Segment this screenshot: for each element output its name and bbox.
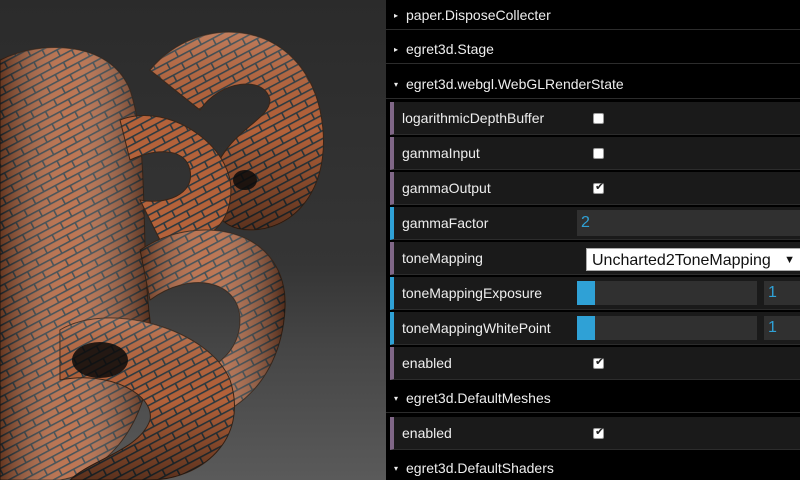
- expand-arrow-icon: ▸: [394, 45, 399, 54]
- collapse-arrow-icon: ▾: [394, 394, 399, 403]
- row-tone-mapping-exposure: toneMappingExposure 1: [390, 277, 800, 310]
- property-label: enabled: [402, 355, 452, 371]
- row-gamma-input: gammaInput ✔: [390, 137, 800, 170]
- folder-default-meshes[interactable]: ▾ egret3d.DefaultMeshes: [386, 383, 800, 413]
- tone-mapping-select[interactable]: Uncharted2ToneMapping ▼: [586, 248, 800, 271]
- expand-arrow-icon: ▸: [394, 11, 399, 20]
- folder-default-shaders[interactable]: ▾ egret3d.DefaultShaders: [386, 453, 800, 480]
- check-icon: ✔: [595, 356, 605, 368]
- property-label: toneMappingExposure: [402, 285, 543, 301]
- dropdown-arrow-icon: ▼: [784, 254, 795, 266]
- tone-mapping-exposure-input[interactable]: 1: [764, 281, 800, 305]
- tone-mapping-white-point-slider[interactable]: [577, 316, 757, 340]
- gamma-factor-input[interactable]: 2: [577, 210, 800, 236]
- row-gamma-output: gammaOutput ✔: [390, 172, 800, 205]
- slider-fill: [577, 281, 595, 305]
- row-logarithmic-depth-buffer: logarithmicDepthBuffer ✔: [390, 102, 800, 135]
- 3d-viewport[interactable]: [0, 0, 386, 480]
- torus-knot-render: [0, 31, 324, 480]
- property-label: enabled: [402, 425, 452, 441]
- property-label: logarithmicDepthBuffer: [402, 110, 545, 126]
- folder-stage[interactable]: ▸ egret3d.Stage: [386, 34, 800, 64]
- folder-title: egret3d.Stage: [406, 41, 494, 57]
- row-render-state-enabled: enabled ✔: [390, 347, 800, 380]
- property-label: gammaInput: [402, 145, 480, 161]
- row-tone-mapping: toneMapping Uncharted2ToneMapping ▼: [390, 242, 800, 275]
- property-label: toneMapping: [402, 250, 483, 266]
- folder-title: paper.DisposeCollecter: [406, 7, 551, 23]
- folder-title: egret3d.DefaultMeshes: [406, 390, 551, 406]
- slider-fill: [577, 316, 595, 340]
- property-label: gammaOutput: [402, 180, 491, 196]
- collapse-arrow-icon: ▾: [394, 80, 399, 89]
- collapse-arrow-icon: ▾: [394, 464, 399, 473]
- property-label: toneMappingWhitePoint: [402, 320, 551, 336]
- render-state-enabled-checkbox[interactable]: ✔: [593, 356, 605, 369]
- row-tone-mapping-white-point: toneMappingWhitePoint 1: [390, 312, 800, 345]
- tone-mapping-exposure-slider[interactable]: [577, 281, 757, 305]
- row-default-meshes-enabled: enabled ✔: [390, 417, 800, 450]
- folder-webgl-render-state[interactable]: ▾ egret3d.webgl.WebGLRenderState: [386, 69, 800, 99]
- default-meshes-enabled-checkbox[interactable]: ✔: [593, 426, 605, 439]
- folder-dispose-collecter[interactable]: ▸ paper.DisposeCollecter: [386, 0, 800, 30]
- selected-option: Uncharted2ToneMapping: [592, 252, 771, 269]
- gamma-output-checkbox[interactable]: ✔: [593, 181, 605, 194]
- dat-gui-panel: ▸ paper.DisposeCollecter ▸ egret3d.Stage ▾…: [386, 0, 800, 480]
- check-icon: ✔: [595, 426, 605, 438]
- row-gamma-factor: gammaFactor 2: [390, 207, 800, 240]
- check-icon: ✔: [595, 181, 605, 193]
- folder-title: egret3d.webgl.WebGLRenderState: [406, 76, 624, 92]
- tone-mapping-white-point-input[interactable]: 1: [764, 316, 800, 340]
- property-label: gammaFactor: [402, 215, 489, 231]
- logarithmic-depth-buffer-checkbox[interactable]: ✔: [593, 113, 604, 124]
- gamma-input-checkbox[interactable]: ✔: [593, 148, 604, 159]
- folder-title: egret3d.DefaultShaders: [406, 460, 554, 476]
